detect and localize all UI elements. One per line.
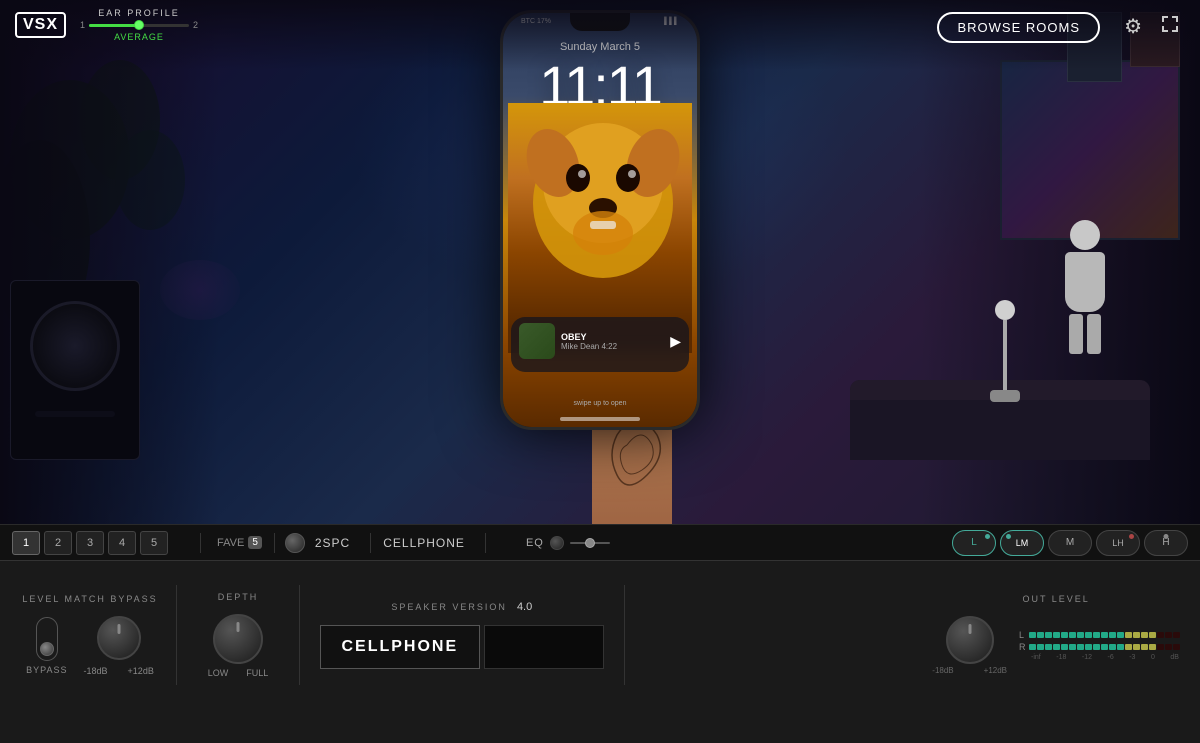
- depth-full: FULL: [246, 668, 268, 678]
- settings-icon[interactable]: ⚙: [1124, 14, 1142, 39]
- speaker-left: [10, 280, 140, 460]
- controls-panel: LEVEL MATCH BYPASS BYPASS -18dB +12dB: [0, 560, 1200, 743]
- divider-3: [624, 585, 625, 685]
- meter-18: -18: [1056, 654, 1066, 661]
- ear-profile: EAR PROFILE 1 2 AVERAGE: [80, 8, 198, 42]
- depth-label: DEPTH: [218, 592, 259, 602]
- eq-toggle[interactable]: [550, 536, 564, 550]
- divider-1: [176, 585, 177, 685]
- vu-meters: L: [1019, 630, 1180, 661]
- tab-speaker-label: CELLPHONE: [383, 536, 465, 550]
- out-neg18: -18dB: [932, 666, 953, 675]
- background-scene: BTC 17% ▌▌▌ Sunday March 5 11:11: [0, 0, 1200, 560]
- eq-label: EQ: [526, 537, 544, 549]
- tabbar: 1 2 3 4 5 FAVE 5 2SPC CELLPHONE EQ L LM: [0, 524, 1200, 560]
- level-match-knob[interactable]: [97, 616, 141, 660]
- speaker-version-val: 4.0: [517, 601, 532, 613]
- tab-4[interactable]: 4: [108, 531, 136, 555]
- spk-btn-m[interactable]: M: [1048, 530, 1092, 556]
- tab-5[interactable]: 5: [140, 531, 168, 555]
- out-pos12: +12dB: [984, 666, 1007, 675]
- eq-section: EQ: [526, 536, 610, 550]
- bypass-switch[interactable]: [36, 617, 58, 661]
- fave-label: FAVE: [217, 537, 244, 549]
- meter-inf: -inf: [1031, 654, 1041, 661]
- tab-2[interactable]: 2: [44, 531, 72, 555]
- lamp-right: [980, 300, 1030, 420]
- tab-knob-label: 2SPC: [315, 536, 350, 550]
- eq-slider[interactable]: [570, 542, 610, 544]
- level-match-bypass-section: LEVEL MATCH BYPASS BYPASS -18dB +12dB: [20, 594, 160, 676]
- speaker-display-section: SPEAKER VERSION 4.0 CELLPHONE: [316, 601, 608, 669]
- out-level-label: OUT LEVEL: [1022, 594, 1089, 604]
- meter-0: 0: [1151, 654, 1155, 661]
- music-artist: Mike Dean 4:22: [561, 342, 664, 351]
- speaker-name-secondary: [484, 625, 604, 669]
- meter-db: dB: [1170, 654, 1179, 661]
- level-neg18: -18dB: [84, 666, 108, 676]
- out-level-section: OUT LEVEL -18dB +12dB L: [932, 594, 1180, 675]
- ear-profile-slider[interactable]: [89, 24, 189, 27]
- ambient-orb: [160, 260, 240, 320]
- depth-low: LOW: [208, 668, 229, 678]
- ear-avg-label: AVERAGE: [114, 32, 164, 42]
- fave-badge: FAVE 5: [217, 536, 262, 549]
- tab-3[interactable]: 3: [76, 531, 104, 555]
- speaker-mode-buttons: L LM M LH H: [952, 530, 1188, 556]
- browse-rooms-button[interactable]: BROWSE ROOMS: [937, 12, 1100, 43]
- ear-profile-label: EAR PROFILE: [98, 8, 180, 18]
- level-match-bypass-label: LEVEL MATCH BYPASS: [22, 594, 157, 604]
- spk-btn-h[interactable]: H: [1144, 530, 1188, 556]
- ear-max-label: 2: [193, 20, 198, 30]
- spk-btn-l[interactable]: L: [952, 530, 996, 556]
- depth-section: DEPTH LOW FULL: [193, 592, 283, 678]
- meter-12: -12: [1082, 654, 1092, 661]
- speaker-name-display: CELLPHONE: [320, 625, 480, 669]
- tab-knob[interactable]: [285, 533, 305, 553]
- level-pos12: +12dB: [128, 666, 154, 676]
- divider-2: [299, 585, 300, 685]
- out-level-knob[interactable]: [946, 616, 994, 664]
- meter-6: -6: [1107, 654, 1113, 661]
- ear-min-label: 1: [80, 20, 85, 30]
- dog-image: [508, 113, 697, 293]
- tab-1[interactable]: 1: [12, 531, 40, 555]
- depth-knob[interactable]: [213, 614, 263, 664]
- fullscreen-icon[interactable]: [1160, 14, 1180, 39]
- music-title: OBEY: [561, 332, 664, 342]
- fave-number: 5: [248, 536, 262, 549]
- bypass-label: BYPASS: [26, 665, 67, 675]
- meter-3: -3: [1129, 654, 1135, 661]
- spk-btn-lm[interactable]: LM: [1000, 530, 1044, 556]
- sculpture-right: [1050, 220, 1120, 360]
- spk-btn-lh[interactable]: LH: [1096, 530, 1140, 556]
- vsx-logo[interactable]: VSX: [15, 12, 66, 38]
- speaker-version-label: SPEAKER VERSION: [391, 602, 507, 612]
- phone-hand-group: BTC 17% ▌▌▌ Sunday March 5 11:11: [450, 10, 750, 555]
